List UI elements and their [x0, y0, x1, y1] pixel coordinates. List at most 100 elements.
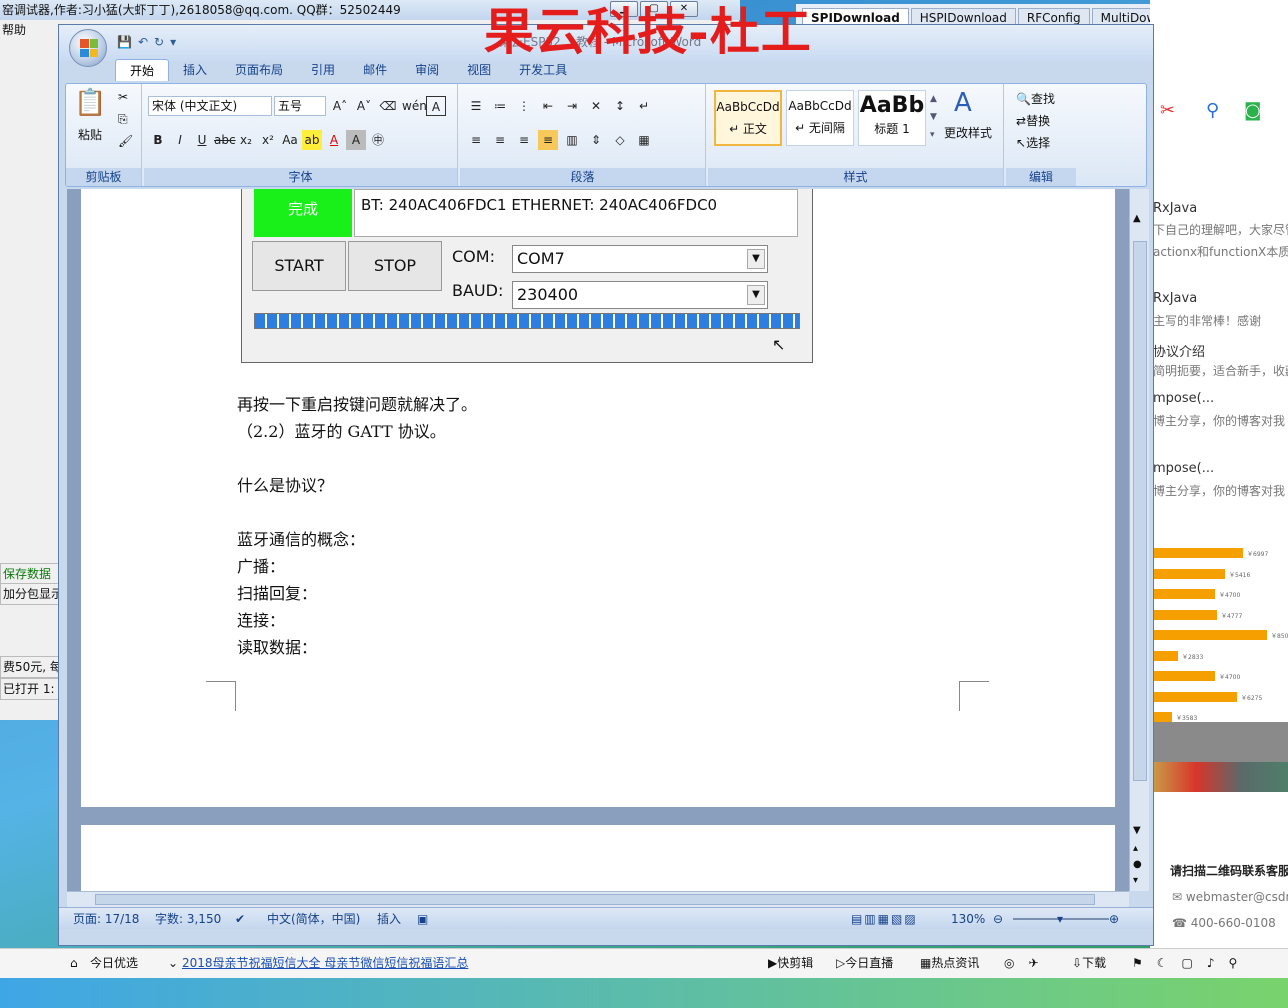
numbering-icon[interactable]: ≔: [490, 96, 510, 116]
asian-layout-icon[interactable]: ✕: [586, 96, 606, 116]
change-styles-icon[interactable]: A: [954, 88, 972, 118]
prev-page-icon[interactable]: ▴: [1133, 843, 1138, 854]
bullets-icon[interactable]: ☰: [466, 96, 486, 116]
gamepad-icon[interactable]: ◙: [1244, 100, 1261, 121]
menu-help[interactable]: 帮助: [0, 20, 60, 40]
tab-review[interactable]: 审阅: [401, 59, 453, 81]
tab-mailings[interactable]: 邮件: [349, 59, 401, 81]
highlight-icon[interactable]: ab: [302, 130, 322, 150]
char-border-icon[interactable]: A: [426, 96, 446, 116]
multilevel-list-icon[interactable]: ⋮: [514, 96, 534, 116]
distribute-icon[interactable]: ▥: [562, 130, 582, 150]
save-data-button[interactable]: 保存数据: [0, 563, 60, 585]
shrink-font-icon[interactable]: A˅: [354, 96, 374, 116]
article-title-4[interactable]: 协议介绍: [1153, 341, 1288, 360]
vertical-scrollbar[interactable]: ▲ ▼ ▴ ● ▾: [1129, 189, 1149, 891]
char-shading-icon[interactable]: A: [346, 130, 366, 150]
cut-icon[interactable]: ✂: [118, 90, 128, 104]
status-insert-mode[interactable]: 插入: [377, 908, 401, 930]
horizontal-scroll-thumb[interactable]: [95, 894, 1095, 905]
office-button[interactable]: [69, 29, 107, 67]
font-color-icon[interactable]: A: [324, 130, 344, 150]
align-center-icon[interactable]: ≡: [490, 130, 510, 150]
document-page[interactable]: 完成 BT: 240AC406FDC1 ETHERNET: 240AC406FD…: [81, 189, 1115, 807]
proofing-icon[interactable]: ✔: [235, 908, 245, 930]
scroll-up-icon[interactable]: ▲: [1133, 213, 1145, 225]
article-title-1[interactable]: RxJava: [1153, 201, 1288, 216]
tab-references[interactable]: 引用: [297, 59, 349, 81]
tab-page-layout[interactable]: 页面布局: [221, 59, 297, 81]
vertical-scroll-thumb[interactable]: [1133, 241, 1147, 781]
status-language[interactable]: 中文(简体，中国): [267, 908, 360, 930]
align-left-icon[interactable]: ≡: [466, 130, 486, 150]
sort-icon[interactable]: ↕: [610, 96, 630, 116]
article-title-5[interactable]: mpose(...: [1153, 391, 1288, 406]
underline-icon[interactable]: U: [192, 130, 212, 150]
subscript-icon[interactable]: x₂: [236, 130, 256, 150]
search-icon[interactable]: ⚲: [1206, 100, 1219, 121]
article-title-6[interactable]: mpose(...: [1153, 461, 1288, 476]
redo-icon[interactable]: ↻: [154, 35, 164, 49]
taskbar-clip[interactable]: ▶ 快剪辑: [768, 949, 813, 977]
change-styles-button[interactable]: 更改样式: [944, 124, 992, 141]
status-zoom[interactable]: 130%: [951, 908, 985, 930]
status-word-count[interactable]: 字数: 3,150: [155, 908, 221, 930]
style-no-spacing[interactable]: AaBbCcDd ↵ 无间隔: [786, 90, 854, 146]
taskbar-tool-icons[interactable]: ◎✈: [1004, 949, 1053, 977]
increase-indent-icon[interactable]: ⇥: [562, 96, 582, 116]
copy-icon[interactable]: ⎘: [118, 112, 128, 127]
taskbar-download[interactable]: ⇩ 下载: [1072, 949, 1106, 977]
tab-insert[interactable]: 插入: [169, 59, 221, 81]
format-painter-icon[interactable]: 🖌: [118, 134, 133, 148]
taskbar-hot[interactable]: ▦ 热点资讯: [920, 949, 979, 977]
view-buttons-icon[interactable]: ▤▥▦▧▨: [851, 908, 918, 930]
italic-icon[interactable]: I: [170, 130, 190, 150]
strikethrough-icon[interactable]: abc: [214, 130, 236, 150]
taskbar-live[interactable]: ▷ 今日直播: [836, 949, 893, 977]
paste-button[interactable]: 粘贴: [78, 126, 102, 143]
styles-scroll-icon[interactable]: ▲ ▼ ▾: [930, 90, 942, 146]
zoom-in-icon[interactable]: ⊕: [1109, 908, 1119, 930]
horizontal-scrollbar[interactable]: [67, 891, 1129, 907]
decrease-indent-icon[interactable]: ⇤: [538, 96, 558, 116]
qat-dropdown-icon[interactable]: ▾: [170, 35, 176, 49]
browse-object-icon[interactable]: ●: [1133, 859, 1142, 870]
chevron-down-icon[interactable]: ⌄: [168, 949, 178, 977]
phonetic-guide-icon[interactable]: wén: [402, 96, 427, 116]
change-case-icon[interactable]: Aa: [280, 130, 300, 150]
show-marks-icon[interactable]: ↵: [634, 96, 654, 116]
next-page-icon[interactable]: ▾: [1133, 875, 1138, 886]
style-heading1[interactable]: AaBb 标题 1: [858, 90, 926, 146]
font-name-select[interactable]: 宋体 (中文正文): [148, 96, 272, 116]
zoom-slider-thumb[interactable]: ▾: [1057, 908, 1063, 930]
borders-icon[interactable]: ▦: [634, 130, 654, 150]
select-button[interactable]: ↖选择: [1016, 134, 1050, 151]
scissors-icon[interactable]: ✂: [1160, 100, 1175, 121]
grow-font-icon[interactable]: A˄: [330, 96, 350, 116]
enclose-char-icon[interactable]: ㊥: [368, 130, 388, 150]
font-size-select[interactable]: 五号: [274, 96, 326, 116]
paste-icon[interactable]: 📋: [74, 88, 106, 118]
align-right-icon[interactable]: ≡: [514, 130, 534, 150]
clear-format-icon[interactable]: ⌫: [378, 96, 398, 116]
taskbar-today-picks[interactable]: 今日优选: [90, 949, 138, 977]
bold-icon[interactable]: B: [148, 130, 168, 150]
line-spacing-icon[interactable]: ⇕: [586, 130, 606, 150]
macro-icon[interactable]: ▣: [417, 908, 428, 930]
status-page[interactable]: 页面: 17/18: [73, 908, 139, 930]
undo-icon[interactable]: ↶: [138, 35, 148, 49]
article-title-3[interactable]: RxJava: [1153, 291, 1288, 306]
taskbar-news-link[interactable]: 2018母亲节祝福短信大全 母亲节微信短信祝福语汇总: [182, 949, 468, 977]
shading-icon[interactable]: ◇: [610, 130, 630, 150]
home-icon[interactable]: ⌂: [70, 949, 78, 977]
style-normal[interactable]: AaBbCcDd ↵ 正文: [714, 90, 782, 146]
justify-icon[interactable]: ≡: [538, 130, 558, 150]
scroll-down-icon[interactable]: ▼: [1133, 825, 1141, 836]
save-icon[interactable]: 💾: [117, 35, 132, 49]
zoom-out-icon[interactable]: ⊖: [993, 908, 1003, 930]
find-button[interactable]: 🔍查找: [1016, 90, 1055, 107]
next-page[interactable]: [81, 825, 1115, 891]
tab-home[interactable]: 开始: [115, 59, 170, 81]
replace-button[interactable]: ⇄替换: [1016, 112, 1050, 129]
superscript-icon[interactable]: x²: [258, 130, 278, 150]
